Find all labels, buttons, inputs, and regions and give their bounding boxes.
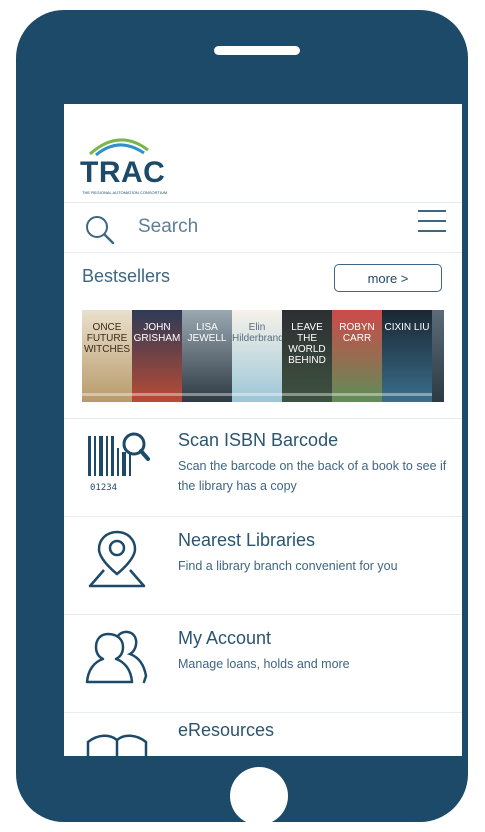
book-cover[interactable]: LEAVE THE WORLD BEHIND xyxy=(282,310,332,402)
item-title: My Account xyxy=(178,628,272,648)
bestseller-carousel[interactable]: ONCE FUTURE WITCHES JOHN GRISHAM LISA JE… xyxy=(82,310,444,402)
more-button[interactable]: more > xyxy=(334,264,442,292)
divider xyxy=(64,418,462,419)
book-cover[interactable]: CIXIN LIU xyxy=(382,310,432,402)
logo-tagline: THE REGIONAL AUTOMATION CONSORTIUM xyxy=(82,190,168,195)
phone-speaker xyxy=(214,46,300,55)
divider xyxy=(64,614,462,615)
open-book-icon xyxy=(86,734,148,756)
hamburger-menu-icon[interactable] xyxy=(418,210,446,234)
book-cover[interactable]: LISA JEWELL xyxy=(182,310,232,402)
cover-title: CIXIN LIU xyxy=(384,322,430,333)
book-cover[interactable]: JOHN GRISHAM xyxy=(132,310,182,402)
item-description: Manage loans, holds and more xyxy=(178,657,350,671)
item-title: Nearest Libraries xyxy=(178,530,316,550)
cover-title: LISA JEWELL xyxy=(187,322,227,344)
menu-item-nearest-libraries[interactable]: Nearest Libraries Find a library branch … xyxy=(64,518,462,614)
home-button[interactable] xyxy=(230,767,288,825)
divider xyxy=(64,252,462,253)
map-pin-icon xyxy=(88,530,146,588)
barcode-digits: 01234 xyxy=(90,483,117,493)
item-description: Scan the barcode on the back of a book t… xyxy=(178,459,447,493)
cover-title: LEAVE THE WORLD BEHIND xyxy=(288,322,326,366)
app-screen: TRAC THE REGIONAL AUTOMATION CONSORTIUM … xyxy=(64,104,462,756)
item-title: Scan ISBN Barcode xyxy=(178,430,339,450)
search-icon[interactable] xyxy=(84,214,116,246)
menu-item-eresources[interactable]: eResources xyxy=(64,714,462,756)
cover-title: ONCE FUTURE WITCHES xyxy=(83,322,131,355)
cover-title: Elin Hilderbrand xyxy=(232,322,282,344)
users-icon xyxy=(85,630,148,684)
book-cover[interactable] xyxy=(432,310,444,402)
search-input[interactable]: Search xyxy=(138,216,198,238)
phone-frame: TRAC THE REGIONAL AUTOMATION CONSORTIUM … xyxy=(16,10,468,825)
cover-title: ROBYN CARR xyxy=(339,322,375,344)
trac-logo: TRAC THE REGIONAL AUTOMATION CONSORTIUM xyxy=(80,134,167,196)
barcode-scan-icon: 01234 xyxy=(88,432,150,493)
item-description: Find a library branch convenient for you xyxy=(178,559,398,573)
logo-wordmark: TRAC xyxy=(80,156,166,189)
cover-title: JOHN GRISHAM xyxy=(133,322,181,344)
divider xyxy=(64,712,462,713)
item-title: eResources xyxy=(178,720,275,740)
divider xyxy=(64,516,462,517)
menu-item-my-account[interactable]: My Account Manage loans, holds and more xyxy=(64,616,462,712)
book-cover[interactable]: Elin Hilderbrand xyxy=(232,310,282,402)
bestsellers-heading: Bestsellers xyxy=(82,266,171,286)
book-cover[interactable]: ROBYN CARR xyxy=(332,310,382,402)
menu-item-scan-isbn[interactable]: 01234 Scan ISBN Barcode Scan the barcode… xyxy=(64,420,462,516)
divider xyxy=(64,202,462,203)
logo-arc-icon xyxy=(88,138,149,156)
book-cover[interactable]: ONCE FUTURE WITCHES xyxy=(82,310,132,402)
